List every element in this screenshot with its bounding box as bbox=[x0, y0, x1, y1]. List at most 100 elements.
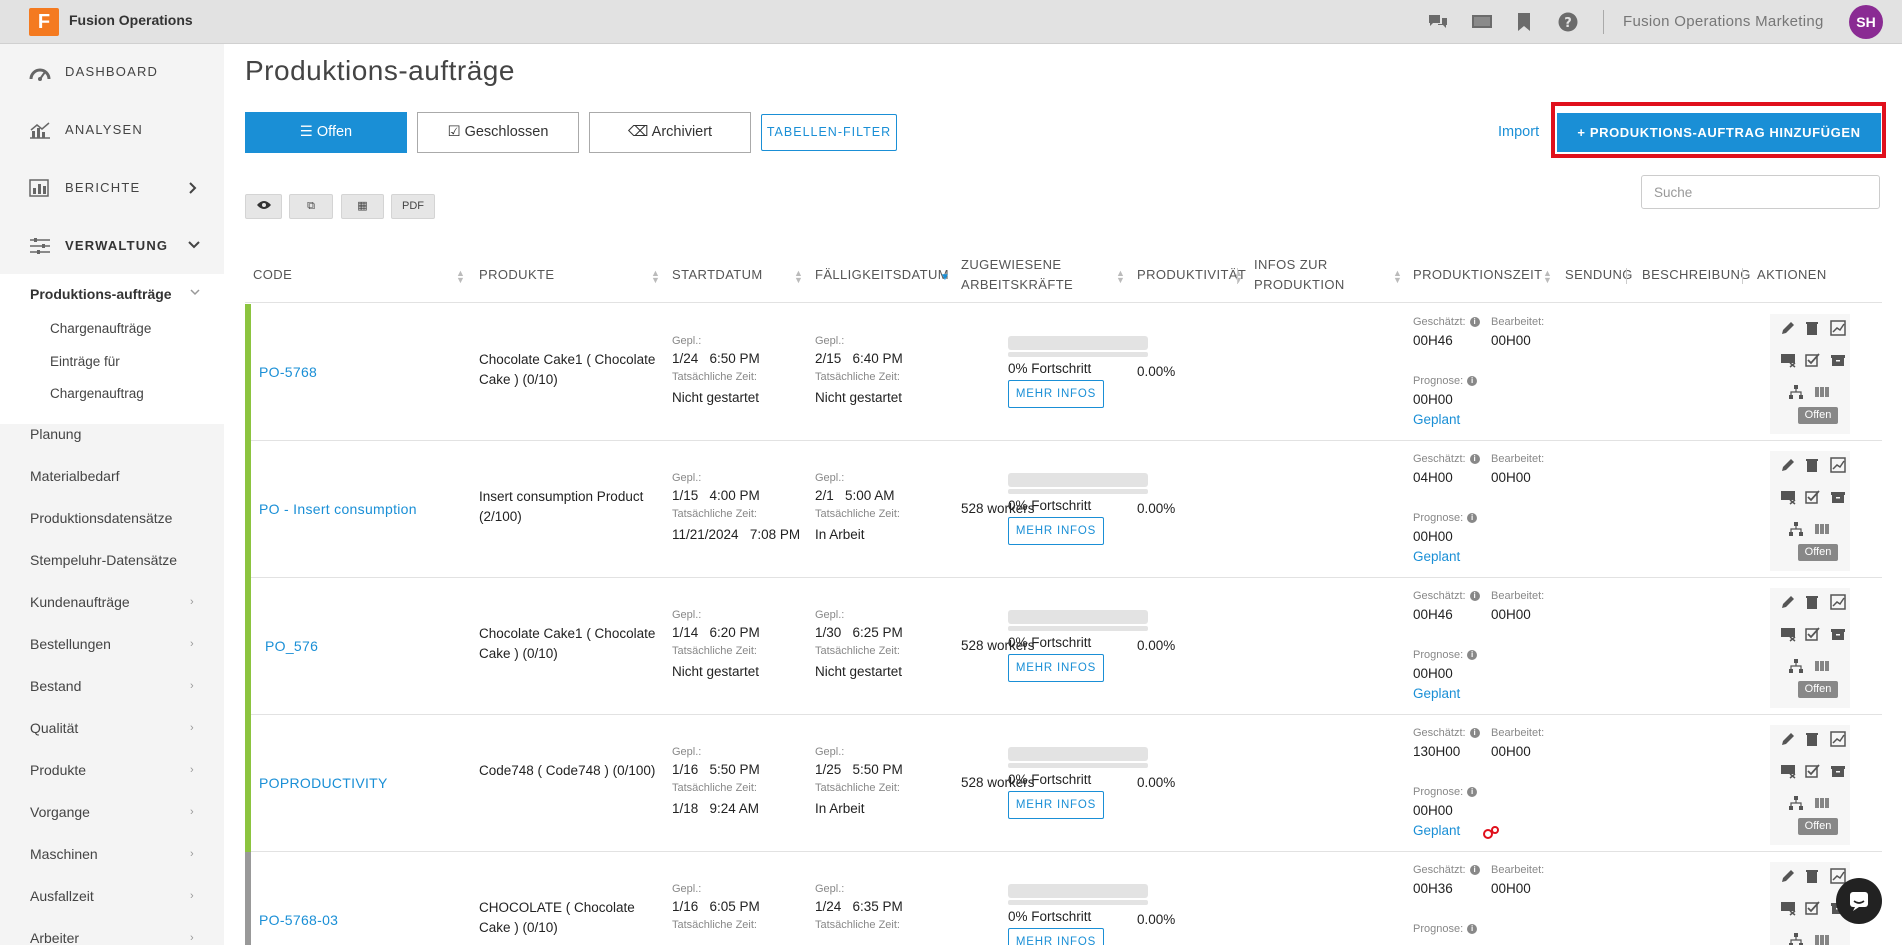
edit-icon[interactable] bbox=[1780, 868, 1796, 884]
tab-archiviert[interactable]: ⌫ Archiviert bbox=[589, 112, 751, 153]
more-info-button[interactable]: MEHR INFOS bbox=[1008, 928, 1104, 945]
screen-close-icon[interactable] bbox=[1780, 352, 1796, 368]
more-info-button[interactable]: MEHR INFOS bbox=[1008, 654, 1104, 682]
column-header-sendung[interactable]: SENDUNG bbox=[1565, 265, 1633, 285]
nav-produkte[interactable]: Produkte bbox=[30, 762, 86, 778]
nav-planung[interactable]: Planung bbox=[30, 426, 81, 442]
add-production-order-button[interactable]: + PRODUKTIONS-AUFTRAG HINZUFÜGEN bbox=[1557, 113, 1881, 152]
nav-ausfallzeit[interactable]: Ausfallzeit bbox=[30, 888, 94, 904]
nav-bestand[interactable]: Bestand bbox=[30, 678, 81, 694]
more-info-button[interactable]: MEHR INFOS bbox=[1008, 791, 1104, 819]
hierarchy-icon[interactable] bbox=[1788, 384, 1804, 400]
gears-icon[interactable] bbox=[1483, 826, 1499, 840]
planned-status-link[interactable]: Geplant bbox=[1413, 823, 1460, 838]
check-square-icon[interactable] bbox=[1804, 626, 1820, 642]
sort-icon[interactable]: ▲ ▼ bbox=[1393, 269, 1402, 285]
check-square-icon[interactable] bbox=[1804, 352, 1820, 368]
hierarchy-icon[interactable] bbox=[1788, 658, 1804, 674]
nav-kundenauftraege[interactable]: Kundenaufträge bbox=[30, 594, 130, 610]
screen-icon[interactable] bbox=[1471, 12, 1493, 32]
planned-status-link[interactable]: Geplant bbox=[1413, 686, 1460, 701]
sort-icon[interactable]: ▲ ▼ bbox=[1543, 269, 1552, 285]
nav-chargenauftrag[interactable]: Chargenauftrag bbox=[50, 386, 144, 401]
archive-icon[interactable] bbox=[1830, 489, 1846, 505]
help-icon[interactable]: ? bbox=[1558, 12, 1578, 32]
delete-icon[interactable] bbox=[1804, 731, 1820, 747]
more-info-button[interactable]: MEHR INFOS bbox=[1008, 517, 1104, 545]
nav-arbeiter[interactable]: Arbeiter bbox=[30, 930, 79, 945]
nav-qualitaet[interactable]: Qualität bbox=[30, 720, 78, 736]
nav-verwaltung[interactable]: VERWALTUNG bbox=[0, 218, 224, 276]
column-header-startdatum[interactable]: STARTDATUM bbox=[672, 265, 763, 285]
barcode-icon[interactable] bbox=[1814, 658, 1830, 674]
sort-icon[interactable]: ▲ ▼ bbox=[1116, 269, 1125, 285]
import-link[interactable]: Import bbox=[1498, 124, 1539, 140]
screen-close-icon[interactable] bbox=[1780, 900, 1796, 916]
chart-icon[interactable] bbox=[1830, 731, 1846, 747]
delete-icon[interactable] bbox=[1804, 594, 1820, 610]
chart-icon[interactable] bbox=[1830, 594, 1846, 610]
barcode-icon[interactable] bbox=[1814, 795, 1830, 811]
sort-icon[interactable]: ▲ ▼ bbox=[651, 269, 660, 285]
edit-icon[interactable] bbox=[1780, 320, 1796, 336]
column-header-produktionszeit[interactable]: PRODUKTIONSZEIT bbox=[1413, 265, 1543, 285]
nav-analysen[interactable]: ANALYSEN bbox=[0, 102, 224, 160]
order-code-link[interactable]: PO - Insert consumption bbox=[259, 499, 417, 519]
hierarchy-icon[interactable] bbox=[1788, 795, 1804, 811]
nav-vorgange[interactable]: Vorgange bbox=[30, 804, 90, 820]
delete-icon[interactable] bbox=[1804, 320, 1820, 336]
nav-berichte[interactable]: BERICHTE bbox=[0, 160, 224, 218]
sort-desc-icon[interactable]: ▼ bbox=[940, 273, 950, 283]
barcode-icon[interactable] bbox=[1814, 932, 1830, 945]
planned-status-link[interactable]: Geplant bbox=[1413, 549, 1460, 564]
column-header-infos[interactable]: INFOS ZUR PRODUKTION bbox=[1254, 255, 1374, 295]
screen-close-icon[interactable] bbox=[1780, 626, 1796, 642]
pdf-button[interactable]: PDF bbox=[391, 194, 435, 219]
chat-button[interactable] bbox=[1836, 878, 1882, 924]
table-row[interactable]: PO_576 Chocolate Cake1 ( Chocolate Cake )… bbox=[245, 578, 1882, 715]
edit-icon[interactable] bbox=[1780, 731, 1796, 747]
edit-icon[interactable] bbox=[1780, 457, 1796, 473]
column-header-code[interactable]: CODE bbox=[253, 265, 292, 285]
column-header-faelligkeitsdatum[interactable]: FÄLLIGKEITSDATUM bbox=[815, 265, 949, 285]
check-square-icon[interactable] bbox=[1804, 763, 1820, 779]
edit-icon[interactable] bbox=[1780, 594, 1796, 610]
user-avatar[interactable]: SH bbox=[1849, 5, 1883, 39]
table-row[interactable]: POPRODUCTIVITY Code748 ( Code748 ) (0/100… bbox=[245, 715, 1882, 852]
nav-maschinen[interactable]: Maschinen bbox=[30, 846, 98, 862]
tab-offen[interactable]: ☰ Offen bbox=[245, 112, 407, 153]
view-toggle-button[interactable] bbox=[245, 194, 282, 219]
barcode-icon[interactable] bbox=[1814, 384, 1830, 400]
check-square-icon[interactable] bbox=[1804, 900, 1820, 916]
archive-icon[interactable] bbox=[1830, 763, 1846, 779]
order-code-link[interactable]: PO-5768-03 bbox=[259, 910, 338, 930]
table-row[interactable]: PO - Insert consumption Insert consumptio… bbox=[245, 441, 1882, 578]
table-filter-button[interactable]: TABELLEN-FILTER bbox=[761, 114, 897, 151]
more-info-button[interactable]: MEHR INFOS bbox=[1008, 380, 1104, 408]
archive-icon[interactable] bbox=[1830, 626, 1846, 642]
copy-button[interactable]: ⧉ bbox=[289, 194, 333, 219]
delete-icon[interactable] bbox=[1804, 457, 1820, 473]
chart-icon[interactable] bbox=[1830, 457, 1846, 473]
table-row[interactable]: PO-5768-03 CHOCOLATE ( Chocolate Cake ) (… bbox=[245, 852, 1882, 945]
search-input[interactable] bbox=[1641, 175, 1880, 209]
archive-icon[interactable] bbox=[1830, 352, 1846, 368]
tab-geschlossen[interactable]: ☑ Geschlossen bbox=[417, 112, 579, 153]
nav-materialbedarf[interactable]: Materialbedarf bbox=[30, 468, 120, 484]
nav-produktionsdatensaetze[interactable]: Produktionsdatensätze bbox=[30, 510, 172, 526]
nav-stempeluhr[interactable]: Stempeluhr-Datensätze bbox=[30, 552, 177, 568]
barcode-icon[interactable] bbox=[1814, 521, 1830, 537]
screen-close-icon[interactable] bbox=[1780, 763, 1796, 779]
chart-icon[interactable] bbox=[1830, 868, 1846, 884]
delete-icon[interactable] bbox=[1804, 868, 1820, 884]
organization-name[interactable]: Fusion Operations Marketing bbox=[1623, 13, 1824, 30]
chart-icon[interactable] bbox=[1830, 320, 1846, 336]
column-header-produkte[interactable]: PRODUKTE bbox=[479, 265, 554, 285]
nav-eintraege-fuer[interactable]: Einträge für bbox=[50, 354, 120, 369]
check-square-icon[interactable] bbox=[1804, 489, 1820, 505]
bookmark-icon[interactable] bbox=[1516, 12, 1532, 32]
hierarchy-icon[interactable] bbox=[1788, 932, 1804, 945]
sort-icon[interactable]: ▲ ▼ bbox=[794, 269, 803, 285]
column-header-produktivitaet[interactable]: PRODUKTIVITÄT bbox=[1137, 265, 1246, 285]
excel-button[interactable]: ▦ bbox=[341, 194, 384, 219]
